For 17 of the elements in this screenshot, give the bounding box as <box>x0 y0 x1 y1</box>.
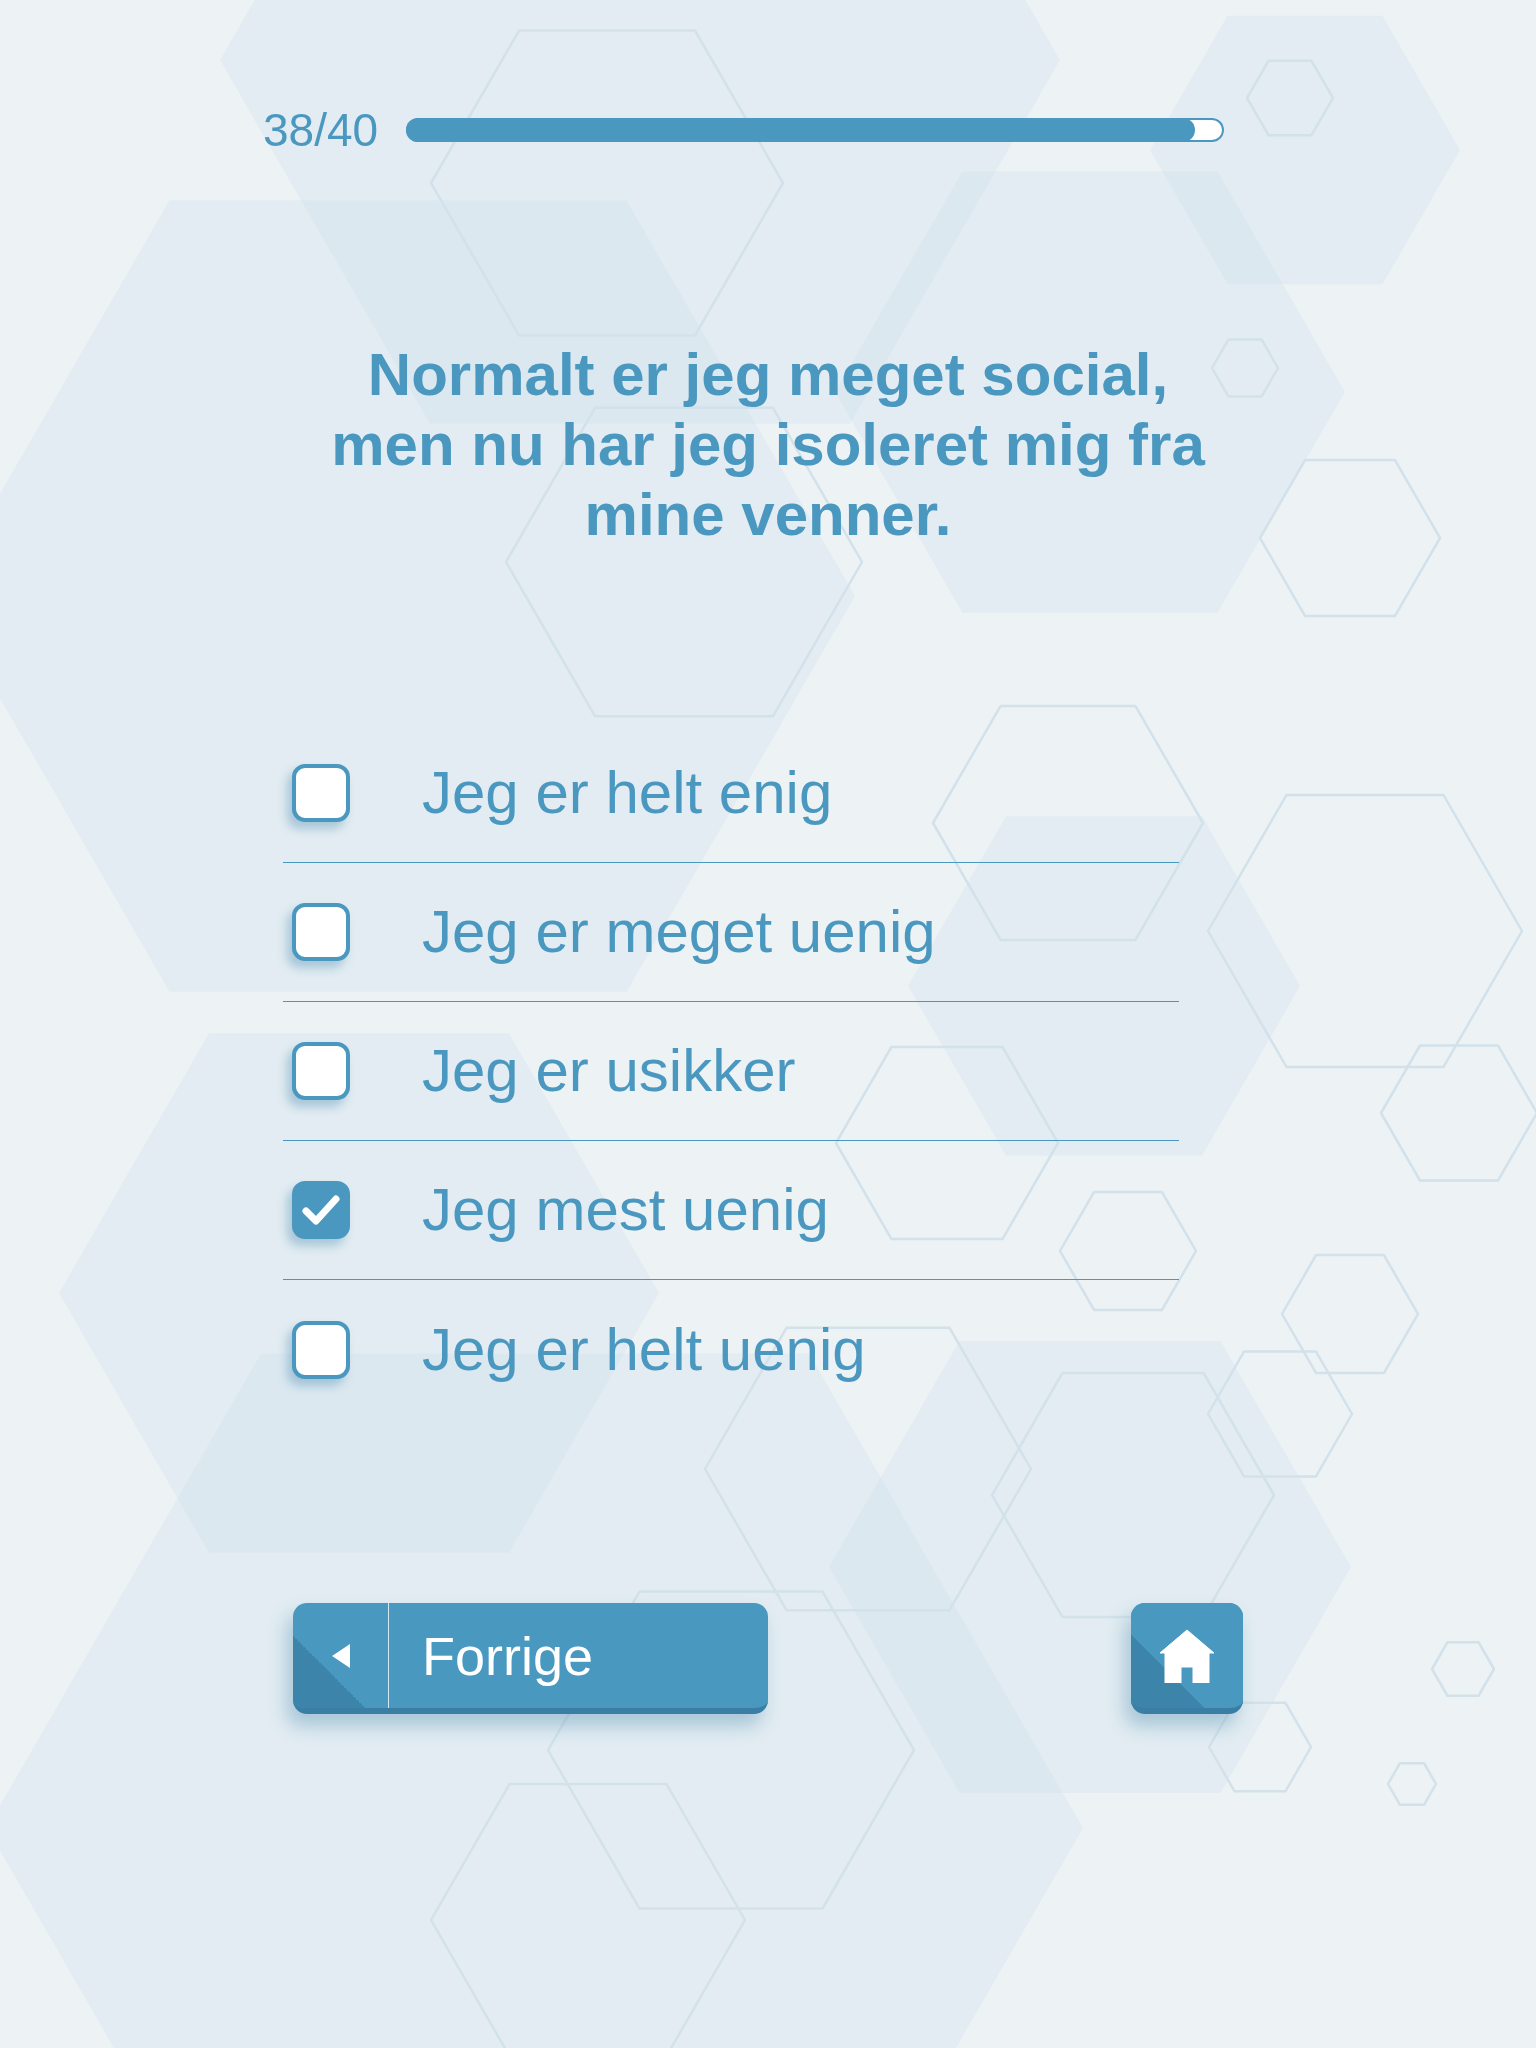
option-label: Jeg mest uenig <box>422 1180 829 1240</box>
home-icon <box>1159 1628 1215 1683</box>
checkbox[interactable] <box>292 1320 350 1379</box>
option-label: Jeg er usikker <box>422 1041 796 1101</box>
progress-counter: 38/40 <box>263 107 379 153</box>
checkbox[interactable] <box>292 1181 350 1239</box>
check-icon <box>302 1195 340 1225</box>
option-label: Jeg er meget uenig <box>422 902 936 962</box>
option-label: Jeg er helt uenig <box>422 1319 866 1380</box>
option-label: Jeg er helt enig <box>422 763 833 823</box>
home-button[interactable] <box>1131 1603 1243 1714</box>
question-text: Normalt er jeg meget social, men nu har jeg isoleret mig fra mine venner. <box>330 340 1207 550</box>
checkbox[interactable] <box>292 1042 350 1100</box>
checkbox[interactable] <box>292 903 350 961</box>
checkbox[interactable] <box>292 764 350 822</box>
caret-left-icon <box>331 1643 350 1668</box>
previous-button[interactable]: Forrige <box>293 1603 768 1714</box>
